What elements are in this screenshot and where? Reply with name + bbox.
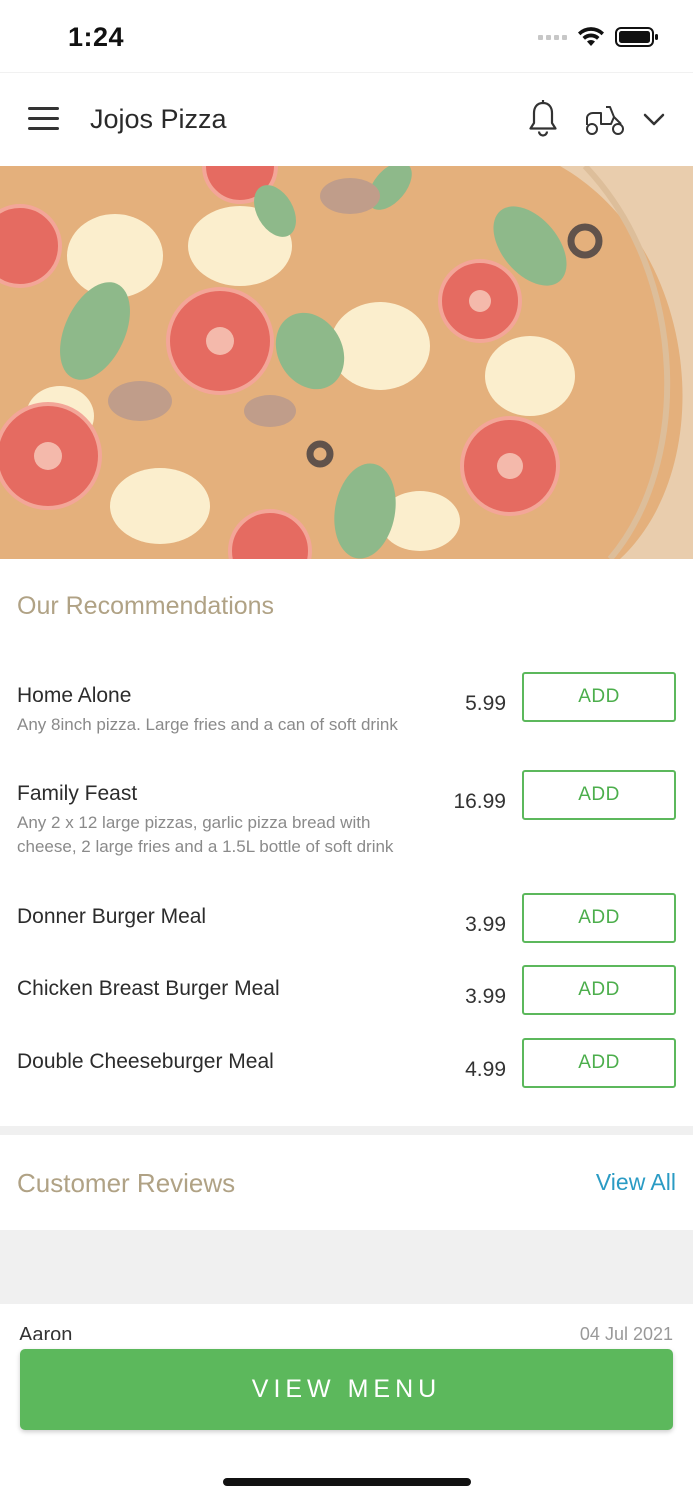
item-price: 4.99 bbox=[465, 1058, 506, 1081]
chevron-down-icon[interactable] bbox=[640, 107, 668, 131]
battery-icon bbox=[615, 27, 658, 47]
scooter-icon[interactable] bbox=[583, 103, 627, 137]
item-description: Any 8inch pizza. Large fries and a can o… bbox=[17, 715, 398, 734]
item-name: Family Feast bbox=[17, 782, 138, 805]
item-price: 16.99 bbox=[453, 790, 506, 813]
cellular-signal-icon bbox=[538, 34, 567, 40]
item-price: 3.99 bbox=[465, 985, 506, 1008]
recommendations-title: Our Recommendations bbox=[17, 592, 275, 620]
item-name: Donner Burger Meal bbox=[17, 905, 207, 928]
view-all-link[interactable]: View All bbox=[596, 1169, 676, 1196]
bell-icon[interactable] bbox=[526, 99, 560, 139]
status-bar: 1:24 bbox=[0, 0, 693, 72]
hero-pizza-image bbox=[0, 166, 693, 559]
add-button[interactable]: ADD bbox=[522, 965, 676, 1015]
item-name: Chicken Breast Burger Meal bbox=[17, 977, 280, 1000]
add-button[interactable]: ADD bbox=[522, 1038, 676, 1088]
status-time: 1:24 bbox=[68, 22, 125, 52]
app-header: Jojos Pizza bbox=[0, 72, 693, 166]
add-button[interactable]: ADD bbox=[522, 770, 676, 820]
add-button[interactable]: ADD bbox=[522, 672, 676, 722]
item-price: 5.99 bbox=[465, 692, 506, 715]
add-button[interactable]: ADD bbox=[522, 893, 676, 943]
item-name: Home Alone bbox=[17, 684, 132, 707]
recommendations-section: Our Recommendations Home Alone Any 8inch… bbox=[0, 559, 693, 1126]
store-name: Jojos Pizza bbox=[90, 104, 227, 134]
section-divider bbox=[0, 1126, 693, 1135]
reviews-header: Customer Reviews View All bbox=[0, 1135, 693, 1230]
reviews-title: Customer Reviews bbox=[17, 1168, 236, 1198]
wifi-icon bbox=[578, 27, 604, 46]
menu-icon[interactable] bbox=[28, 107, 62, 133]
status-icons bbox=[538, 26, 659, 48]
item-description: Any 2 x 12 large pizzas, garlic pizza br… bbox=[17, 813, 394, 856]
item-name: Double Cheeseburger Meal bbox=[17, 1050, 274, 1073]
view-menu-button[interactable]: VIEW MENU bbox=[20, 1349, 673, 1430]
item-price: 3.99 bbox=[465, 913, 506, 936]
home-indicator[interactable] bbox=[223, 1478, 471, 1486]
reviews-spacer bbox=[0, 1230, 693, 1304]
